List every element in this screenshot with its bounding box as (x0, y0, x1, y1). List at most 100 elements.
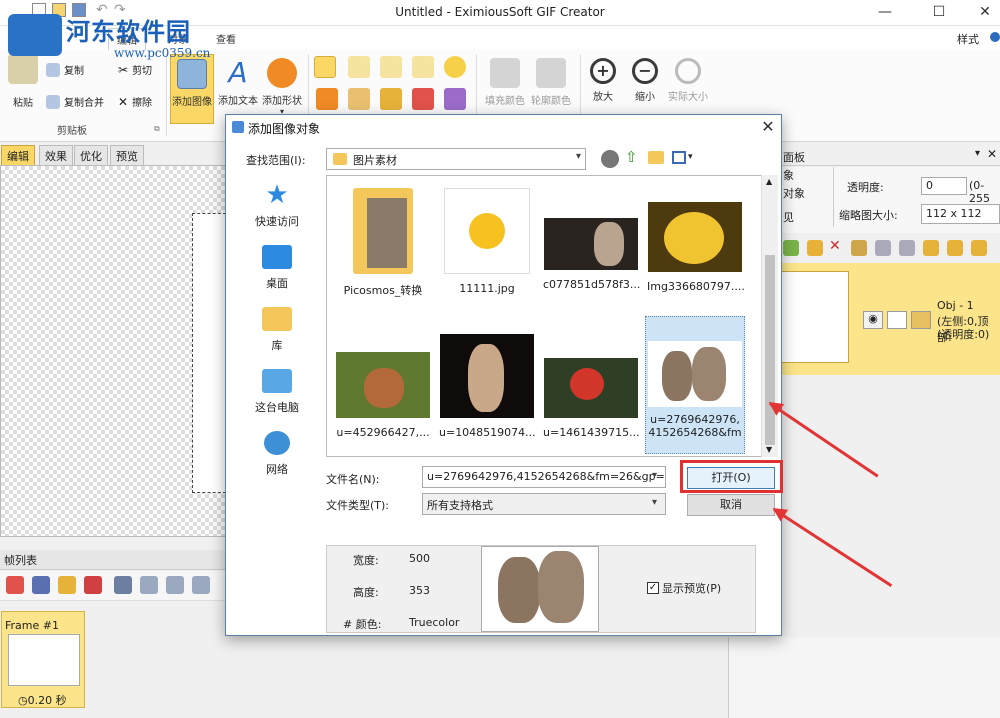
file-item[interactable]: Img336680797.... (645, 180, 745, 312)
move-frame-icon[interactable] (140, 576, 158, 594)
delete-frame-icon[interactable] (84, 576, 102, 594)
move-frame-last-icon[interactable] (192, 576, 210, 594)
add-image-button[interactable]: 添加图像 (170, 54, 214, 124)
filetype-select[interactable]: 所有支持格式 (422, 493, 666, 515)
copy-merge-button[interactable]: 复制合并 (46, 94, 104, 109)
watermark-url: www.pc0359.cn (114, 46, 211, 60)
lock-toggle[interactable] (887, 311, 907, 329)
actual-size-icon (675, 58, 701, 84)
tab-left-preview[interactable]: 预览 (110, 145, 144, 165)
outline-color-button[interactable]: 轮廓颜色 (528, 54, 574, 107)
style-menu[interactable]: 样式 (957, 31, 979, 47)
file-item[interactable]: c077851d578f3... (541, 180, 641, 312)
panel-close-icon[interactable]: ✕ (987, 147, 997, 161)
speech-bubble-icon (267, 58, 297, 88)
image-preview (481, 546, 599, 632)
place-libraries[interactable]: 库 (232, 307, 322, 353)
cut-button[interactable]: ✂ 剪切 (118, 62, 152, 78)
duplicate-object-icon[interactable] (807, 240, 823, 256)
opacity-input[interactable]: 0 (921, 177, 967, 195)
tab-left-optimize[interactable]: 优化 (74, 145, 108, 165)
paste-button[interactable]: 粘贴 (6, 54, 40, 109)
add-frame-icon[interactable] (6, 576, 24, 594)
image-colors: Truecolor (409, 616, 460, 629)
place-desktop[interactable]: 桌面 (232, 245, 322, 291)
minimize-button[interactable]: — (862, 0, 908, 26)
send-backward-icon[interactable] (947, 240, 963, 256)
pencil-icon[interactable] (380, 88, 402, 110)
scroll-down-icon[interactable]: ▼ (766, 445, 772, 454)
object-list-item[interactable]: ◉ Obj - 1 (左侧:0,顶部: (透明度:0) (779, 263, 1000, 375)
frame-delay[interactable]: ◷0.20 秒 (18, 692, 67, 708)
frame-card[interactable]: Frame #1 ◷0.20 秒 (1, 611, 85, 708)
place-quick-access[interactable]: ★ 快速访问 (232, 182, 322, 229)
filename-input[interactable]: u=2769642976,4152654268&fm=26&gp=0.jp (422, 466, 666, 488)
actual-size-button[interactable]: 实际大小 (666, 54, 710, 103)
file-item[interactable]: u=452966427,... (333, 322, 433, 454)
visibility-eye-icon[interactable]: ◉ (863, 311, 883, 329)
copy-button[interactable]: 复制 (46, 62, 84, 77)
tab-view[interactable]: 查看 (216, 31, 236, 46)
delete-object-icon[interactable]: ✕ (829, 238, 841, 254)
file-item[interactable]: u=1048519074... (437, 322, 537, 454)
add-object-icon[interactable] (783, 240, 799, 256)
duplicate-frame-icon[interactable] (58, 576, 76, 594)
scroll-up-icon[interactable]: ▲ (766, 177, 772, 186)
align-icon[interactable] (875, 240, 891, 256)
cancel-button[interactable]: 取消 (687, 494, 775, 516)
add-text-button[interactable]: A 添加文本 (216, 54, 260, 108)
duckling-photo-thumbnail (648, 202, 742, 272)
new-folder-icon[interactable] (648, 151, 664, 164)
object-properties: 象 对象 见 透明度: 0 (0-255 缩略图大小: 112 x 112 (779, 167, 1000, 233)
zoom-out-button[interactable]: − 缩小 (626, 54, 664, 103)
clipboard-group-label: 剪贴板 (57, 126, 87, 137)
insert-frame-icon[interactable] (32, 576, 50, 594)
scrollbar-thumb[interactable] (765, 255, 775, 445)
dialog-close-button[interactable]: ✕ (754, 116, 782, 138)
file-item[interactable]: 11111.jpg (437, 180, 537, 312)
maximize-button[interactable]: ☐ (916, 0, 962, 26)
fill-bucket-icon[interactable] (348, 88, 370, 110)
fill-color-button[interactable]: 填充颜色 (482, 54, 528, 107)
file-item[interactable]: Picosmos_转换 (333, 180, 433, 312)
dialog-launcher-icon[interactable]: ⧉ (154, 124, 160, 134)
view-menu-icon[interactable] (672, 151, 686, 164)
pin-icon[interactable]: ▾ (975, 148, 980, 159)
object-props-icon[interactable] (851, 240, 867, 256)
add-shape-button[interactable]: 添加形状 ▾ (260, 54, 304, 116)
select-tool-icon[interactable] (314, 56, 336, 78)
add-image-icon (177, 59, 207, 89)
help-icon[interactable] (990, 32, 1000, 42)
place-this-pc[interactable]: 这台电脑 (232, 369, 322, 415)
open-button[interactable]: 打开(O) (687, 467, 775, 489)
magic-wand-icon[interactable] (444, 88, 466, 110)
chevron-down-icon: ▾ (652, 470, 658, 481)
eraser-icon[interactable] (412, 88, 434, 110)
computer-icon (262, 369, 292, 393)
show-preview-checkbox[interactable]: ✓ 显示预览(P) (647, 580, 721, 596)
zoom-in-button[interactable]: + 放大 (584, 54, 622, 103)
thumbnail-size-select[interactable]: 112 x 112 (921, 204, 1000, 224)
file-item[interactable]: u=1461439715... (541, 322, 641, 454)
tab-left-effects[interactable]: 效果 (39, 145, 73, 165)
object-panel-header: 面板 ▾ ✕ (779, 146, 1000, 166)
lookin-select[interactable]: 图片素材 ▾ (326, 148, 586, 170)
magic-select-icon[interactable] (412, 56, 434, 78)
place-network[interactable]: 网络 (232, 431, 322, 477)
frame-props-icon[interactable] (114, 576, 132, 594)
lasso-tool-icon[interactable] (380, 56, 402, 78)
close-window-button[interactable]: ✕ (962, 0, 1000, 26)
transform-tool-icon[interactable] (348, 56, 370, 78)
group-icon[interactable] (899, 240, 915, 256)
file-item-selected[interactable]: u=2769642976,4152654268&fm= (645, 316, 745, 454)
bring-forward-icon[interactable] (923, 240, 939, 256)
back-icon[interactable] (601, 150, 619, 168)
move-frame-down-icon[interactable] (166, 576, 184, 594)
bring-to-front-icon[interactable] (971, 240, 987, 256)
rotate-icon[interactable] (316, 88, 338, 110)
up-folder-icon[interactable]: ⇧ (625, 148, 638, 166)
ribbon-separator (166, 54, 167, 136)
sun-tool-icon[interactable] (444, 56, 466, 78)
tab-left-edit[interactable]: 编辑 (1, 145, 35, 165)
erase-button[interactable]: ✕ 擦除 (118, 94, 152, 110)
